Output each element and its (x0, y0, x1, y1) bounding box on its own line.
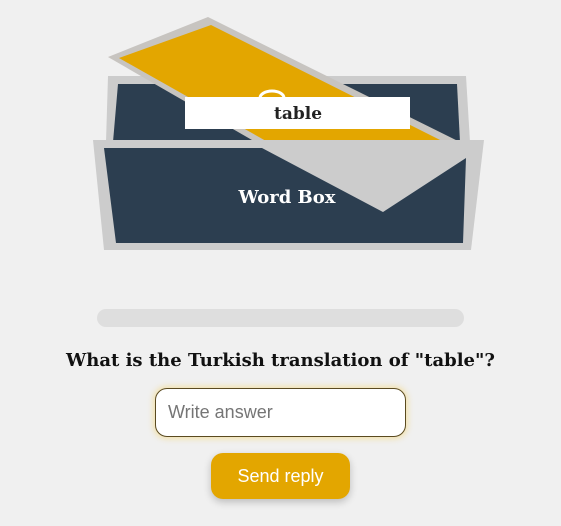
answer-input[interactable] (155, 388, 406, 437)
progress-bar (97, 309, 464, 327)
box-label: Word Box (237, 187, 335, 208)
quiz-stage: table Word Box What is the Turkish trans… (0, 0, 561, 526)
card-word: table (274, 104, 322, 124)
word-box-illustration: table Word Box (93, 17, 484, 250)
question-text: What is the Turkish translation of "tabl… (66, 350, 495, 371)
send-reply-button[interactable]: Send reply (211, 453, 350, 499)
